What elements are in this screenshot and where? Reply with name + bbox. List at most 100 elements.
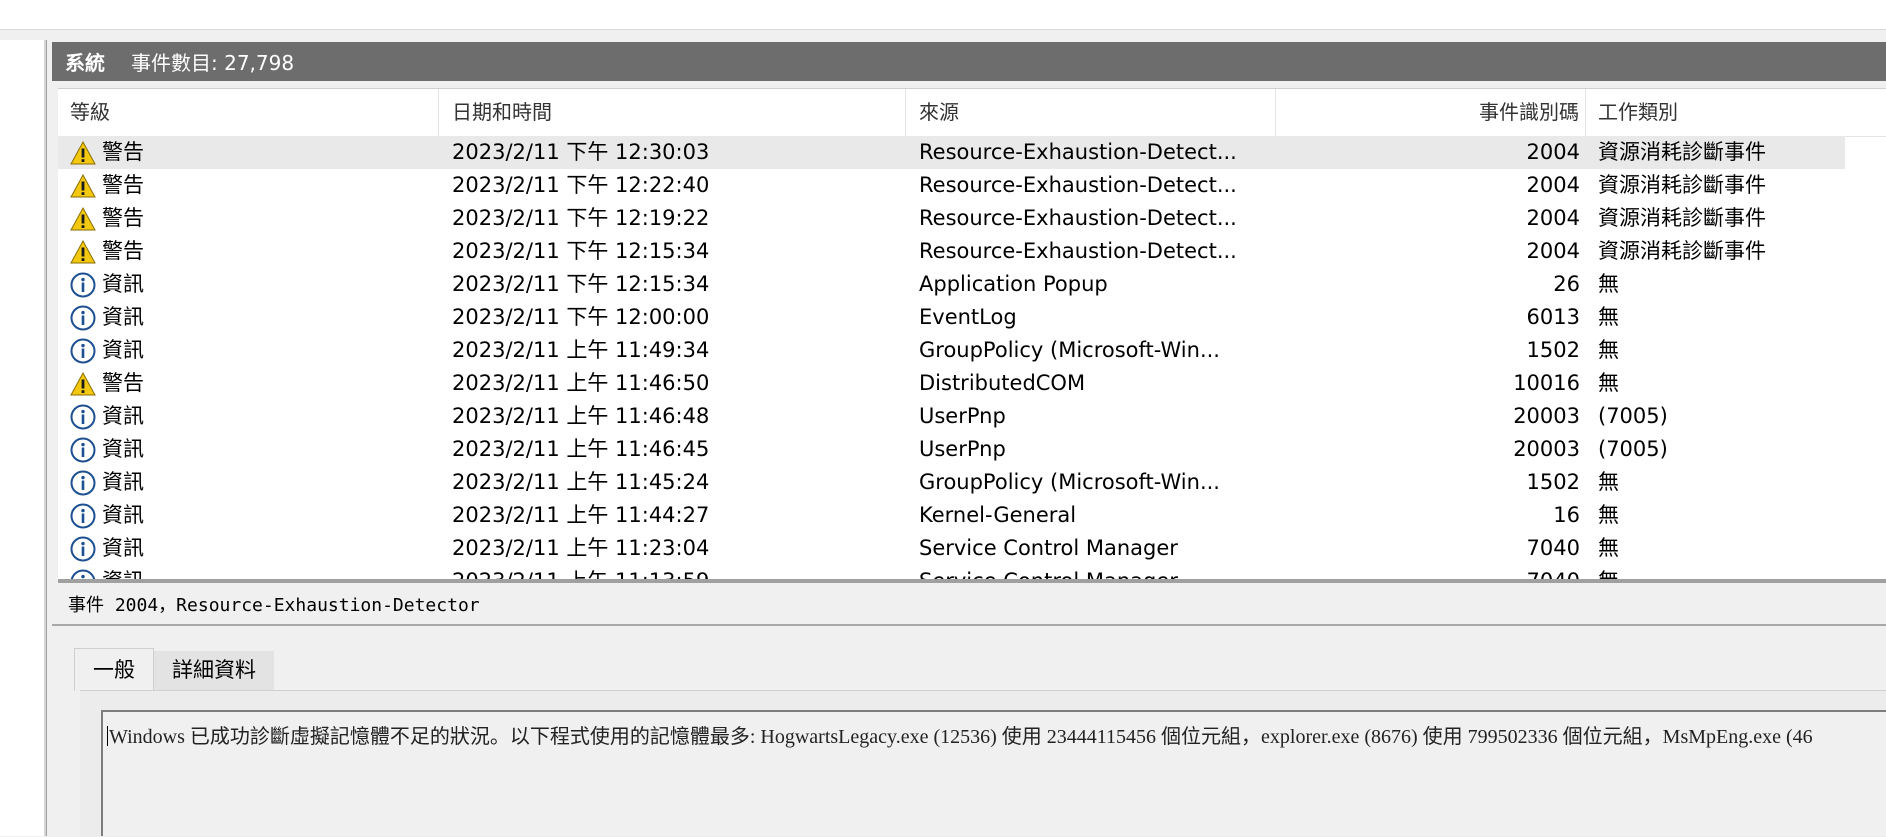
table-row[interactable]: 警告 2023/2/11 下午 12:30:03 Resource-Exhausti… [58,136,1845,169]
cell-event-id: 2004 [1526,140,1580,164]
cell-source: GroupPolicy (Microsoft-Win... [919,338,1220,362]
table-row[interactable]: 資訊 2023/2/11 上午 11:45:24 GroupPolicy (Micr… [58,466,1886,499]
event-detail-title: 事件 2004，Resource-Exhaustion-Detector [52,586,1886,626]
table-row[interactable]: 資訊 2023/2/11 上午 11:13:59 Service Control M… [58,565,1886,580]
table-row[interactable]: 資訊 2023/2/11 上午 11:44:27 Kernel-General 16 無 [58,499,1886,532]
cell-source: Kernel-General [919,503,1077,527]
cell-source: Service Control Manager [919,565,1178,580]
table-row[interactable]: 資訊 2023/2/11 上午 11:46:45 UserPnp 20003 (7005… [58,433,1886,466]
tab-general[interactable]: 一般 [74,648,154,691]
cell-level: 資訊 [70,301,144,334]
list-divider[interactable] [58,579,1886,583]
cell-datetime: 2023/2/11 上午 11:46:50 [452,371,710,395]
cell-datetime: 2023/2/11 下午 12:15:34 [452,239,710,263]
cell-source: Resource-Exhaustion-Detect... [919,173,1237,197]
cell-event-id: 20003 [1513,404,1580,428]
cell-task: (7005) [1598,437,1668,461]
cell-event-id: 7040 [1526,536,1580,560]
cell-source: Resource-Exhaustion-Detect... [919,140,1237,164]
info-icon [70,272,96,298]
cell-task: 資源消耗診斷事件 [1598,140,1766,164]
info-icon [70,338,96,364]
info-icon [70,305,96,331]
level-label: 資訊 [102,305,144,329]
column-header-level[interactable]: 等級 [58,89,439,136]
cell-level: 警告 [70,367,144,400]
cell-level: 警告 [70,136,144,169]
table-row[interactable]: 警告 2023/2/11 下午 12:22:40 Resource-Exhausti… [58,169,1886,202]
cell-task: 無 [1598,371,1619,395]
cell-task: 無 [1598,470,1619,494]
table-row[interactable]: 警告 2023/2/11 下午 12:19:22 Resource-Exhausti… [58,202,1886,235]
info-icon [70,437,96,463]
cell-event-id: 20003 [1513,437,1580,461]
cell-level: 資訊 [70,532,144,565]
cell-level: 資訊 [70,433,144,466]
top-toolbar-strip [0,0,1886,30]
column-header-task[interactable]: 工作類別 [1586,89,1886,136]
cell-datetime: 2023/2/11 上午 11:44:27 [452,503,710,527]
table-row[interactable]: 資訊 2023/2/11 上午 11:46:48 UserPnp 20003 (7005… [58,400,1886,433]
level-label: 資訊 [102,404,144,428]
cell-source: Resource-Exhaustion-Detect... [919,239,1237,263]
column-header-event-id[interactable]: 事件識別碼 [1276,89,1586,136]
table-row[interactable]: 資訊 2023/2/11 上午 11:49:34 GroupPolicy (Micr… [58,334,1886,367]
level-label: 警告 [102,239,144,263]
cell-level: 警告 [70,202,144,235]
level-label: 警告 [102,140,144,164]
cell-datetime: 2023/2/11 下午 12:22:40 [452,173,710,197]
tree-pane [0,40,47,836]
level-label: 警告 [102,206,144,230]
level-label: 資訊 [102,272,144,296]
table-row[interactable]: 資訊 2023/2/11 上午 11:23:04 Service Control M… [58,532,1886,565]
cell-source: EventLog [919,305,1017,329]
event-count: 事件數目: 27,798 [131,51,295,75]
cell-level: 資訊 [70,334,144,367]
cell-event-id: 1502 [1526,338,1580,362]
event-message-box[interactable]: Windows 已成功診斷虛擬記憶體不足的狀況。以下程式使用的記憶體最多: Ho… [101,710,1886,836]
detail-tabs: 一般 詳細資料 [74,648,274,691]
event-message: Windows 已成功診斷虛擬記憶體不足的狀況。以下程式使用的記憶體最多: Ho… [109,726,1813,748]
level-label: 資訊 [102,565,144,580]
cell-level: 資訊 [70,268,144,301]
table-row[interactable]: 資訊 2023/2/11 下午 12:15:34 Application Popup… [58,268,1886,301]
info-icon [70,404,96,430]
warning-icon [70,239,96,265]
cell-task: 資源消耗診斷事件 [1598,173,1766,197]
cell-task: 資源消耗診斷事件 [1598,239,1766,263]
cell-event-id: 7040 [1218,565,1580,580]
cell-event-id: 2004 [1526,173,1580,197]
info-icon [70,470,96,496]
cell-datetime: 2023/2/11 上午 11:49:34 [452,338,710,362]
cell-task: 無 [1598,272,1619,296]
cell-datetime: 2023/2/11 下午 12:30:03 [452,140,710,164]
table-row[interactable]: 資訊 2023/2/11 下午 12:00:00 EventLog 6013 無 [58,301,1886,334]
event-list[interactable]: 等級 日期和時間 來源 事件識別碼 工作類別 警告 2023/2/11 下午 12… [58,88,1886,580]
cell-task: 資源消耗診斷事件 [1598,206,1766,230]
cell-level: 資訊 [70,499,144,532]
cell-datetime: 2023/2/11 上午 11:45:24 [452,470,710,494]
cell-level: 資訊 [70,400,144,433]
cell-datetime: 2023/2/11 上午 11:46:48 [452,404,710,428]
cell-event-id: 26 [1553,272,1580,296]
tab-details[interactable]: 詳細資料 [154,651,274,690]
cell-level: 警告 [70,169,144,202]
column-header-datetime[interactable]: 日期和時間 [439,89,906,136]
level-label: 警告 [102,371,144,395]
cell-level: 警告 [70,235,144,268]
cell-event-id: 6013 [1526,305,1580,329]
cell-task: 無 [1598,305,1619,329]
cell-datetime: 2023/2/11 上午 11:23:04 [452,536,710,560]
text-caret [107,726,108,746]
cell-event-id: 16 [1553,503,1580,527]
cell-datetime: 2023/2/11 下午 12:15:34 [452,272,710,296]
column-header-source[interactable]: 來源 [906,89,1276,136]
cell-source: Service Control Manager [919,536,1178,560]
table-row[interactable]: 警告 2023/2/11 上午 11:46:50 DistributedCOM 100… [58,367,1886,400]
table-row[interactable]: 警告 2023/2/11 下午 12:15:34 Resource-Exhausti… [58,235,1886,268]
cell-source: Application Popup [919,272,1108,296]
info-icon [70,503,96,529]
cell-task: 無 [1598,536,1619,560]
cell-datetime: 2023/2/11 下午 12:00:00 [452,305,710,329]
log-header: 系統 事件數目: 27,798 [52,42,1886,81]
